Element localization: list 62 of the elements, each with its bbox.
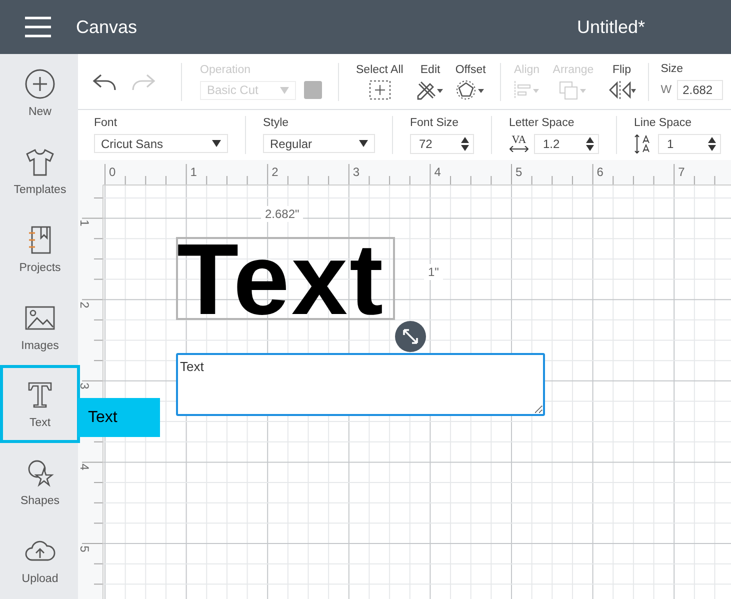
selection-box[interactable] bbox=[176, 237, 395, 320]
width-label: W bbox=[660, 84, 672, 96]
toolbar-button[interactable]: Flip bbox=[608, 64, 636, 100]
sidebar-item[interactable]: Templates bbox=[0, 132, 80, 210]
spinner-arrows-icon[interactable] bbox=[461, 136, 469, 152]
tooltip: Text bbox=[78, 398, 160, 437]
font-size-label: Font Size bbox=[410, 116, 459, 128]
sidebar-item[interactable]: Projects bbox=[0, 210, 80, 288]
offset-pentagon-icon bbox=[456, 80, 486, 100]
size-label: Size bbox=[660, 63, 684, 75]
toolbar-button[interactable]: Select All bbox=[356, 64, 404, 100]
ruler-label: 5 bbox=[516, 165, 522, 179]
align-icon bbox=[512, 80, 541, 100]
spinner-arrows-icon[interactable] bbox=[708, 136, 716, 152]
caret-icon bbox=[280, 86, 289, 94]
text-input-field[interactable]: Text bbox=[176, 353, 545, 416]
ruler-label: 2 bbox=[78, 301, 92, 308]
text-object[interactable]: Text bbox=[177, 230, 386, 331]
caret-icon bbox=[359, 140, 368, 147]
toolbar-button[interactable]: Offset bbox=[455, 64, 486, 100]
width-field[interactable]: 2.682 bbox=[676, 80, 723, 100]
undo-button[interactable] bbox=[92, 72, 118, 92]
ruler-label: 3 bbox=[352, 165, 360, 179]
resize-handle[interactable] bbox=[395, 321, 426, 352]
sidebar-item[interactable]: Images bbox=[0, 288, 80, 366]
app-name: Canvas bbox=[76, 16, 138, 38]
toolbar-button[interactable]: Edit bbox=[415, 64, 446, 100]
ruler-label: 4 bbox=[434, 165, 441, 179]
style-label: Style bbox=[263, 117, 289, 129]
font-label: Font bbox=[94, 117, 118, 129]
line-spacing-icon bbox=[634, 134, 652, 154]
font-size-field[interactable]: 72 bbox=[410, 134, 474, 154]
ruler-label: 1 bbox=[78, 220, 92, 227]
ruler-label: 2 bbox=[272, 165, 278, 179]
height-dimension: 1" bbox=[424, 264, 443, 280]
ruler-label: 1 bbox=[190, 165, 197, 179]
arrange-icon bbox=[558, 80, 588, 100]
ruler-label: 0 bbox=[109, 165, 116, 179]
ruler-label: 3 bbox=[78, 382, 92, 390]
menu-icon[interactable] bbox=[24, 16, 52, 38]
sidebar-item[interactable]: Upload bbox=[0, 521, 80, 599]
spinner-arrows-icon[interactable] bbox=[586, 136, 594, 152]
ruler-label: 5 bbox=[78, 545, 92, 552]
font-dropdown[interactable]: Cricut Sans bbox=[94, 134, 228, 153]
ruler-label: 6 bbox=[596, 165, 604, 179]
sidebar-item[interactable]: Shapes bbox=[0, 443, 80, 522]
width-dimension: 2.682" bbox=[261, 206, 304, 222]
ruler-label: 7 bbox=[678, 165, 685, 179]
flip-icon bbox=[608, 80, 636, 100]
plus-circle-icon bbox=[24, 68, 56, 100]
letter-space-label: Letter Space bbox=[509, 116, 574, 128]
color-swatch[interactable] bbox=[304, 81, 322, 99]
sidebar-item[interactable]: New bbox=[0, 54, 80, 132]
letter-space-field[interactable]: 1.2 bbox=[534, 134, 599, 154]
caret-icon bbox=[212, 140, 221, 147]
line-space-label: Line Space bbox=[634, 116, 692, 128]
line-space-field[interactable]: 1 bbox=[658, 134, 721, 154]
document-title: Untitled* bbox=[576, 16, 645, 38]
ruler-label: 4 bbox=[78, 464, 92, 471]
pencil-ruler-icon bbox=[415, 80, 446, 100]
style-dropdown[interactable]: Regular bbox=[263, 134, 375, 153]
select-all-icon bbox=[368, 80, 391, 100]
